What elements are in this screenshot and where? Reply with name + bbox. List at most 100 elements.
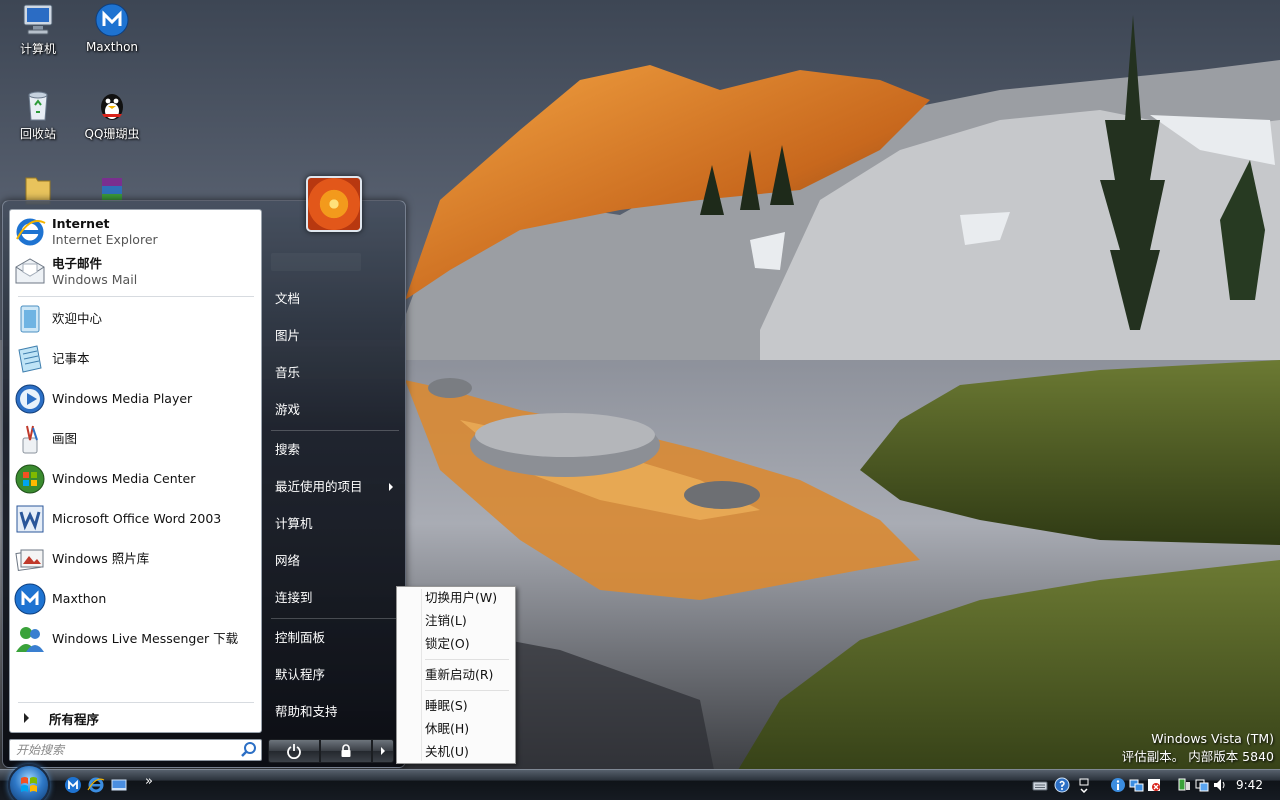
desktop-icon-maxthon[interactable]: Maxthon	[74, 2, 150, 54]
desktop-icon-recycle-bin[interactable]: 回收站	[0, 87, 76, 142]
taskbar-clock[interactable]: 9:42	[1236, 770, 1263, 800]
watermark-line-2: 评估副本。 内部版本 5840	[1121, 749, 1274, 764]
right-item-games[interactable]: 游戏	[269, 398, 399, 422]
program-label: Maxthon	[52, 591, 107, 606]
maxthon-icon[interactable]	[64, 776, 82, 794]
program-label: Windows 照片库	[52, 551, 150, 566]
menu-item-restart[interactable]: 重新启动(R)	[400, 664, 512, 686]
recent-item-maxthon[interactable]: Maxthon	[13, 580, 259, 618]
all-programs-button[interactable]: 所有程序	[16, 706, 256, 730]
keyboard-icon[interactable]	[1032, 777, 1048, 793]
recent-item-paint[interactable]: 画图	[13, 420, 259, 458]
power-button[interactable]	[268, 739, 320, 763]
program-label: Microsoft Office Word 2003	[52, 511, 222, 526]
lock-button[interactable]	[320, 739, 372, 763]
search-icon[interactable]	[240, 741, 258, 759]
power-options-arrow-button[interactable]	[372, 739, 394, 763]
desktop-icon-label: 计算机	[19, 42, 56, 56]
right-separator	[271, 618, 399, 619]
watermark-line-1: Windows Vista (TM)	[1151, 731, 1274, 746]
recent-item-word[interactable]: Microsoft Office Word 2003	[13, 500, 259, 538]
power-icon	[287, 744, 301, 759]
pinned-subtitle: Windows Mail	[52, 272, 138, 287]
menu-separator	[425, 690, 509, 691]
right-item-music[interactable]: 音乐	[269, 361, 399, 385]
program-label: 画图	[52, 431, 78, 446]
right-separator	[271, 430, 399, 431]
media-center-icon	[15, 464, 45, 494]
menu-item-hibernate[interactable]: 休眠(H)	[400, 718, 512, 740]
mail-envelope-icon	[15, 258, 45, 284]
chevron-right-icon	[381, 747, 385, 755]
show-desktop-icon[interactable]	[110, 776, 128, 794]
paint-brush-icon	[22, 425, 38, 454]
messenger-buddies-icon	[16, 627, 44, 652]
right-item-control-panel[interactable]: 控制面板	[269, 626, 399, 650]
network-connection-icon[interactable]	[1194, 777, 1210, 793]
user-name-area	[271, 253, 361, 271]
word-icon	[16, 505, 44, 533]
recycle-bin-icon	[28, 91, 48, 121]
lock-icon	[341, 744, 351, 757]
info-icon[interactable]	[1110, 777, 1126, 793]
pinned-item-internet[interactable]: Internet Internet Explorer	[13, 213, 259, 251]
menu-item-sleep[interactable]: 睡眠(S)	[400, 695, 512, 717]
program-label: Windows Media Center	[52, 471, 196, 486]
internet-explorer-icon[interactable]	[87, 776, 105, 794]
windows-watermark: Windows Vista (TM) 评估副本。 内部版本 5840	[1122, 730, 1274, 766]
notepad-icon	[18, 345, 42, 373]
qq-penguin-icon	[101, 94, 123, 120]
start-search-input[interactable]	[16, 743, 240, 757]
menu-item-shut-down[interactable]: 关机(U)	[400, 741, 512, 763]
quick-launch-overflow-chevron-icon[interactable]: »	[145, 774, 153, 789]
taskbar: » 9:42	[0, 764, 1280, 800]
recent-item-media-center[interactable]: Windows Media Center	[13, 460, 259, 498]
help-icon[interactable]	[1054, 777, 1070, 793]
right-item-search[interactable]: 搜索	[269, 438, 399, 462]
program-label: 欢迎中心	[52, 311, 103, 326]
program-list-pane: Internet Internet Explorer 电子邮件 Windows …	[9, 209, 262, 733]
right-item-recent-items[interactable]: 最近使用的项目	[269, 475, 399, 499]
right-item-network[interactable]: 网络	[269, 549, 399, 573]
desktop-icon-qq[interactable]: QQ珊瑚虫	[74, 87, 150, 142]
windows-logo-icon	[21, 777, 37, 792]
recent-item-notepad[interactable]: 记事本	[13, 340, 259, 378]
recent-item-messenger[interactable]: Windows Live Messenger 下载	[13, 620, 259, 658]
right-item-pictures[interactable]: 图片	[269, 324, 399, 348]
right-item-default-programs[interactable]: 默认程序	[269, 663, 399, 687]
security-alert-icon[interactable]	[1146, 777, 1162, 793]
device-status-icon[interactable]	[1176, 777, 1192, 793]
photo-gallery-icon	[15, 549, 44, 572]
media-player-icon	[15, 384, 45, 414]
program-label: Windows Media Player	[52, 391, 193, 406]
volume-icon[interactable]	[1212, 777, 1228, 793]
start-search-box[interactable]	[9, 739, 262, 761]
user-account-picture[interactable]	[306, 176, 362, 232]
pinned-title: 电子邮件	[52, 256, 103, 271]
pinned-separator	[18, 296, 254, 297]
recent-item-photo-gallery[interactable]: Windows 照片库	[13, 540, 259, 578]
right-item-documents[interactable]: 文档	[269, 287, 399, 311]
desktop-icon-computer[interactable]: 计算机	[0, 2, 76, 57]
menu-item-lock[interactable]: 锁定(O)	[400, 633, 512, 655]
start-menu: Internet Internet Explorer 电子邮件 Windows …	[2, 176, 406, 768]
maxthon-icon	[95, 3, 129, 37]
menu-item-switch-user[interactable]: 切换用户(W)	[400, 587, 512, 609]
chevron-right-icon	[24, 713, 29, 723]
submenu-arrow-icon	[389, 483, 393, 491]
language-bar-options-icon[interactable]	[1076, 777, 1092, 793]
recent-item-media-player[interactable]: Windows Media Player	[13, 380, 259, 418]
pinned-item-mail[interactable]: 电子邮件 Windows Mail	[13, 253, 259, 291]
computer-icon	[23, 4, 53, 35]
right-item-help-support[interactable]: 帮助和支持	[269, 700, 399, 724]
all-programs-separator	[18, 702, 254, 703]
power-options-menu: 切换用户(W) 注销(L) 锁定(O) 重新启动(R) 睡眠(S) 休眠(H) …	[396, 586, 516, 764]
menu-item-log-off[interactable]: 注销(L)	[400, 610, 512, 632]
welcome-center-icon	[20, 305, 40, 333]
pinned-title: Internet	[52, 216, 110, 231]
network-status-icon[interactable]	[1128, 777, 1144, 793]
recent-item-welcome-center[interactable]: 欢迎中心	[13, 300, 259, 338]
right-item-connect-to[interactable]: 连接到	[269, 586, 399, 610]
right-item-computer[interactable]: 计算机	[269, 512, 399, 536]
start-button[interactable]	[8, 764, 50, 800]
